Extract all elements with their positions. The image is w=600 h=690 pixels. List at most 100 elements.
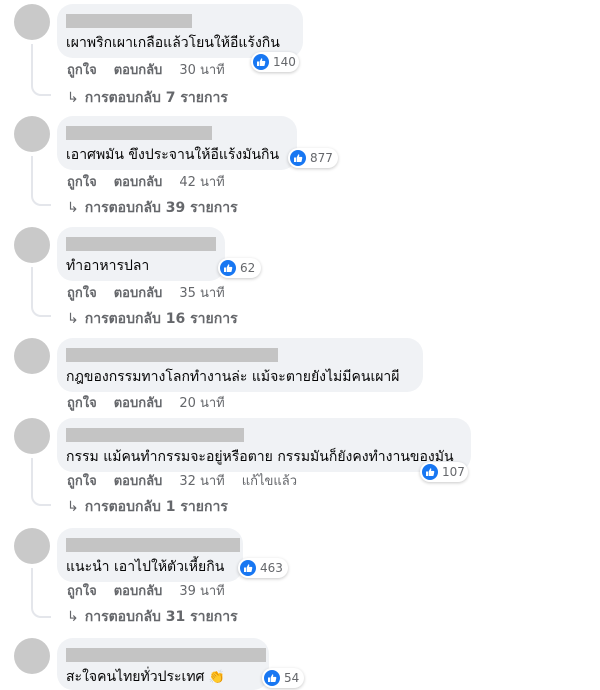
comment-bubble: แนะนำ เอาไปให้ตัวเหี้ยกิน	[57, 528, 243, 582]
reaction-count-value: 54	[284, 671, 300, 685]
thread-connector	[31, 606, 51, 618]
edited-label: แก้ไขแล้ว	[241, 474, 298, 489]
comment-actions: ถูกใจ ตอบกลับ 30 นาที	[67, 63, 242, 79]
comment-text: เผาพริกเผาเกลือแล้วโยนให้อีแร้งกิน	[66, 35, 280, 51]
like-button[interactable]: ถูกใจ	[67, 396, 97, 412]
replies-count-label: การตอบกลับ 16 รายการ	[84, 311, 238, 327]
reaction-count-value: 463	[260, 561, 283, 575]
reply-button[interactable]: ตอบกลับ	[114, 286, 163, 302]
reaction-count[interactable]: 877	[288, 148, 338, 168]
reply-button[interactable]: ตอบกลับ	[114, 474, 163, 490]
author-name-redacted[interactable]	[66, 428, 244, 442]
timestamp[interactable]: 35 นาที	[179, 286, 224, 302]
reaction-count[interactable]: 62	[218, 258, 261, 278]
reply-arrow-icon: ↳	[67, 311, 79, 327]
reply-arrow-icon: ↳	[67, 90, 79, 106]
comment-bubble: สะใจคนไทยทั่วประเทศ 👏	[57, 638, 269, 690]
comment-text: เอาศพมัน ขึงประจานให้อีแร้งมันกิน	[66, 147, 280, 163]
comment-text: ทำอาหารปลา	[66, 258, 150, 274]
timestamp[interactable]: 30 นาที	[179, 63, 224, 79]
reaction-count[interactable]: 463	[238, 558, 288, 578]
comment-actions: ถูกใจ ตอบกลับ 35 นาที	[67, 286, 242, 302]
avatar[interactable]	[14, 227, 50, 263]
thread-line	[31, 44, 33, 86]
avatar[interactable]	[14, 528, 50, 564]
author-name-redacted[interactable]	[66, 14, 192, 28]
view-replies-link[interactable]: ↳ การตอบกลับ 7 รายการ	[67, 89, 228, 107]
timestamp[interactable]: 42 นาที	[179, 175, 224, 191]
reaction-count[interactable]: 107	[420, 462, 468, 482]
view-replies-link[interactable]: ↳ การตอบกลับ 31 รายการ	[67, 608, 238, 626]
replies-count-label: การตอบกลับ 1 รายการ	[84, 499, 228, 515]
replies-count-label: การตอบกลับ 39 รายการ	[84, 200, 238, 216]
avatar[interactable]	[14, 338, 50, 374]
reaction-count-value: 62	[240, 261, 256, 275]
view-replies-link[interactable]: ↳ การตอบกลับ 39 รายการ	[67, 199, 238, 217]
comment-text: กรรม แม้คนทำกรรมจะอยู่หรือตาย กรรมมันก็ย…	[66, 449, 454, 465]
reply-arrow-icon: ↳	[67, 200, 79, 216]
reply-arrow-icon: ↳	[67, 499, 79, 515]
like-button[interactable]: ถูกใจ	[67, 584, 97, 600]
author-name-redacted[interactable]	[66, 237, 216, 251]
comment-text-value: สะใจคนไทยทั่วประเทศ	[66, 669, 205, 685]
avatar[interactable]	[14, 418, 50, 454]
author-name-redacted[interactable]	[66, 648, 266, 662]
reply-button[interactable]: ตอบกลับ	[114, 396, 163, 412]
author-name-redacted[interactable]	[66, 538, 240, 552]
view-replies-link[interactable]: ↳ การตอบกลับ 1 รายการ	[67, 498, 228, 516]
like-icon	[220, 260, 236, 276]
view-replies-link[interactable]: ↳ การตอบกลับ 16 รายการ	[67, 310, 238, 328]
comment: แนะนำ เอาไปให้ตัวเหี้ยกิน 463 ถูกใจ ตอบกล…	[0, 528, 600, 632]
reaction-count-value: 140	[273, 55, 296, 69]
comment-bubble: กฎของกรรมทางโลกทำงานล่ะ แม้จะตายยังไม่มี…	[57, 338, 423, 392]
reaction-count-value: 877	[310, 151, 333, 165]
thread-line	[31, 568, 33, 608]
like-icon	[240, 560, 256, 576]
like-button[interactable]: ถูกใจ	[67, 175, 97, 191]
timestamp[interactable]: 32 นาที	[179, 474, 224, 490]
author-name-redacted[interactable]	[66, 348, 278, 362]
thread-line	[31, 267, 33, 307]
like-button[interactable]: ถูกใจ	[67, 63, 97, 79]
thread-connector	[31, 84, 51, 96]
reaction-count-value: 107	[442, 465, 465, 479]
avatar[interactable]	[14, 116, 50, 152]
reply-button[interactable]: ตอบกลับ	[114, 63, 163, 79]
thread-connector	[31, 194, 51, 206]
avatar[interactable]	[14, 638, 50, 674]
reply-arrow-icon: ↳	[67, 609, 79, 625]
comment-actions: ถูกใจ ตอบกลับ 20 นาที	[67, 396, 242, 412]
reaction-count[interactable]: 54	[262, 668, 304, 688]
thread-connector	[31, 305, 51, 317]
thread-line	[31, 156, 33, 196]
comment-text: สะใจคนไทยทั่วประเทศ 👏	[66, 668, 225, 686]
clapping-hands-icon: 👏	[208, 670, 225, 685]
comment-text: แนะนำ เอาไปให้ตัวเหี้ยกิน	[66, 559, 225, 575]
like-button[interactable]: ถูกใจ	[67, 474, 97, 490]
reply-button[interactable]: ตอบกลับ	[114, 584, 163, 600]
like-button[interactable]: ถูกใจ	[67, 286, 97, 302]
comment-text: กฎของกรรมทางโลกทำงานล่ะ แม้จะตายยังไม่มี…	[66, 369, 400, 385]
replies-count-label: การตอบกลับ 31 รายการ	[84, 609, 238, 625]
comment-bubble: ทำอาหารปลา	[57, 227, 225, 281]
comment-bubble: เอาศพมัน ขึงประจานให้อีแร้งมันกิน	[57, 116, 297, 170]
like-icon	[253, 54, 269, 70]
like-icon	[264, 670, 280, 686]
comment-bubble: กรรม แม้คนทำกรรมจะอยู่หรือตาย กรรมมันก็ย…	[57, 418, 471, 472]
thread-connector	[31, 494, 51, 506]
comment-actions: ถูกใจ ตอบกลับ 39 นาที	[67, 584, 242, 600]
comment: สะใจคนไทยทั่วประเทศ 👏 54	[0, 638, 600, 690]
timestamp[interactable]: 20 นาที	[179, 396, 224, 412]
timestamp[interactable]: 39 นาที	[179, 584, 224, 600]
avatar[interactable]	[14, 4, 50, 40]
author-name-redacted[interactable]	[66, 126, 212, 140]
comment-bubble: เผาพริกเผาเกลือแล้วโยนให้อีแร้งกิน	[57, 4, 303, 58]
comment-actions: ถูกใจ ตอบกลับ 32 นาที แก้ไขแล้ว	[67, 474, 314, 490]
comment: เอาศพมัน ขึงประจานให้อีแร้งมันกิน 877 ถู…	[0, 116, 600, 220]
comment: ทำอาหารปลา 62 ถูกใจ ตอบกลับ 35 นาที ↳ การตอ…	[0, 227, 600, 331]
thread-line	[31, 458, 33, 496]
reply-button[interactable]: ตอบกลับ	[114, 175, 163, 191]
comment: เผาพริกเผาเกลือแล้วโยนให้อีแร้งกิน 140 ถ…	[0, 4, 600, 108]
like-icon	[422, 464, 438, 480]
reaction-count[interactable]: 140	[251, 52, 299, 72]
